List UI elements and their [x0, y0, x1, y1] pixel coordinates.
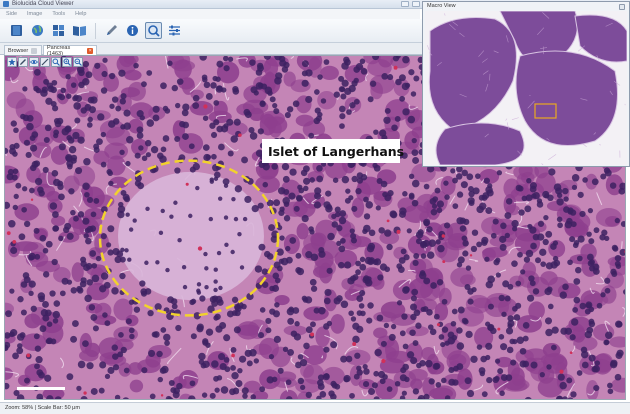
- pen-icon: [107, 25, 117, 35]
- status-text: Zoom: 58% | Scale Bar: 50 μm: [5, 405, 80, 411]
- visibility-tool[interactable]: [29, 57, 39, 67]
- zoom-out-tool[interactable]: [73, 57, 83, 67]
- close-icon[interactable]: [31, 47, 38, 54]
- globe-icon: [32, 25, 43, 36]
- tab-strip: Browser Pancreas (1463) ×: [0, 43, 422, 57]
- toolbar-separator: [95, 22, 96, 39]
- book-button[interactable]: [8, 22, 25, 39]
- tiles-icon: [53, 25, 64, 36]
- scale-bar: [17, 387, 65, 390]
- menu-help[interactable]: Help: [75, 11, 86, 17]
- tab-browser[interactable]: Browser: [4, 45, 42, 55]
- pencil-icon: [20, 59, 26, 65]
- brush-tool[interactable]: [40, 57, 50, 67]
- eye-icon: [30, 59, 38, 65]
- macro-view-title: Macro View: [427, 3, 456, 9]
- book-icon: [11, 25, 22, 36]
- menu-side[interactable]: Side: [6, 11, 17, 17]
- search-tool[interactable]: [51, 57, 61, 67]
- tab-label: Browser: [8, 47, 29, 54]
- open-book-icon: [73, 26, 86, 36]
- measure-button[interactable]: [145, 22, 162, 39]
- info-button[interactable]: [124, 22, 141, 39]
- menu-tools[interactable]: Tools: [52, 11, 65, 17]
- minimize-button[interactable]: [401, 1, 409, 7]
- maximize-button[interactable]: [412, 1, 420, 7]
- open-book-button[interactable]: [71, 22, 88, 39]
- annotate-button[interactable]: [103, 22, 120, 39]
- settings-button[interactable]: [166, 22, 183, 39]
- annotation-tool[interactable]: [7, 57, 17, 67]
- tab-pancreas[interactable]: Pancreas (1463) ×: [43, 45, 97, 57]
- search-icon: [52, 58, 60, 66]
- close-icon[interactable]: ×: [87, 47, 93, 54]
- annotation-label-text: Islet of Langerhans: [268, 143, 405, 159]
- status-bar: Zoom: 58% | Scale Bar: 50 μm: [0, 402, 630, 414]
- menu-image[interactable]: Image: [27, 11, 42, 17]
- info-icon: [127, 25, 138, 36]
- zoom-out-icon: [74, 58, 82, 66]
- zoom-in-tool[interactable]: [62, 57, 72, 67]
- close-icon[interactable]: [619, 4, 625, 10]
- tiles-button[interactable]: [50, 22, 67, 39]
- window-title: Biolucida Cloud Viewer: [12, 1, 74, 7]
- viewer-toolbar: [7, 57, 83, 67]
- macro-thumbnail[interactable]: [425, 11, 627, 165]
- measure-icon: [148, 25, 160, 37]
- macro-image: [425, 11, 627, 165]
- menu-bar: Side Image Tools Help: [0, 9, 420, 19]
- sliders-icon: [169, 25, 180, 36]
- star-icon: [8, 58, 16, 66]
- globe-button[interactable]: [29, 22, 46, 39]
- annotation-label[interactable]: Islet of Langerhans: [262, 139, 404, 163]
- window-controls: [401, 1, 420, 7]
- main-toolbar: [0, 19, 422, 43]
- app-icon: [3, 1, 9, 7]
- macro-view-panel: Macro View: [422, 1, 630, 167]
- zoom-in-icon: [63, 58, 71, 66]
- brush-icon: [41, 58, 49, 66]
- draw-tool[interactable]: [18, 57, 28, 67]
